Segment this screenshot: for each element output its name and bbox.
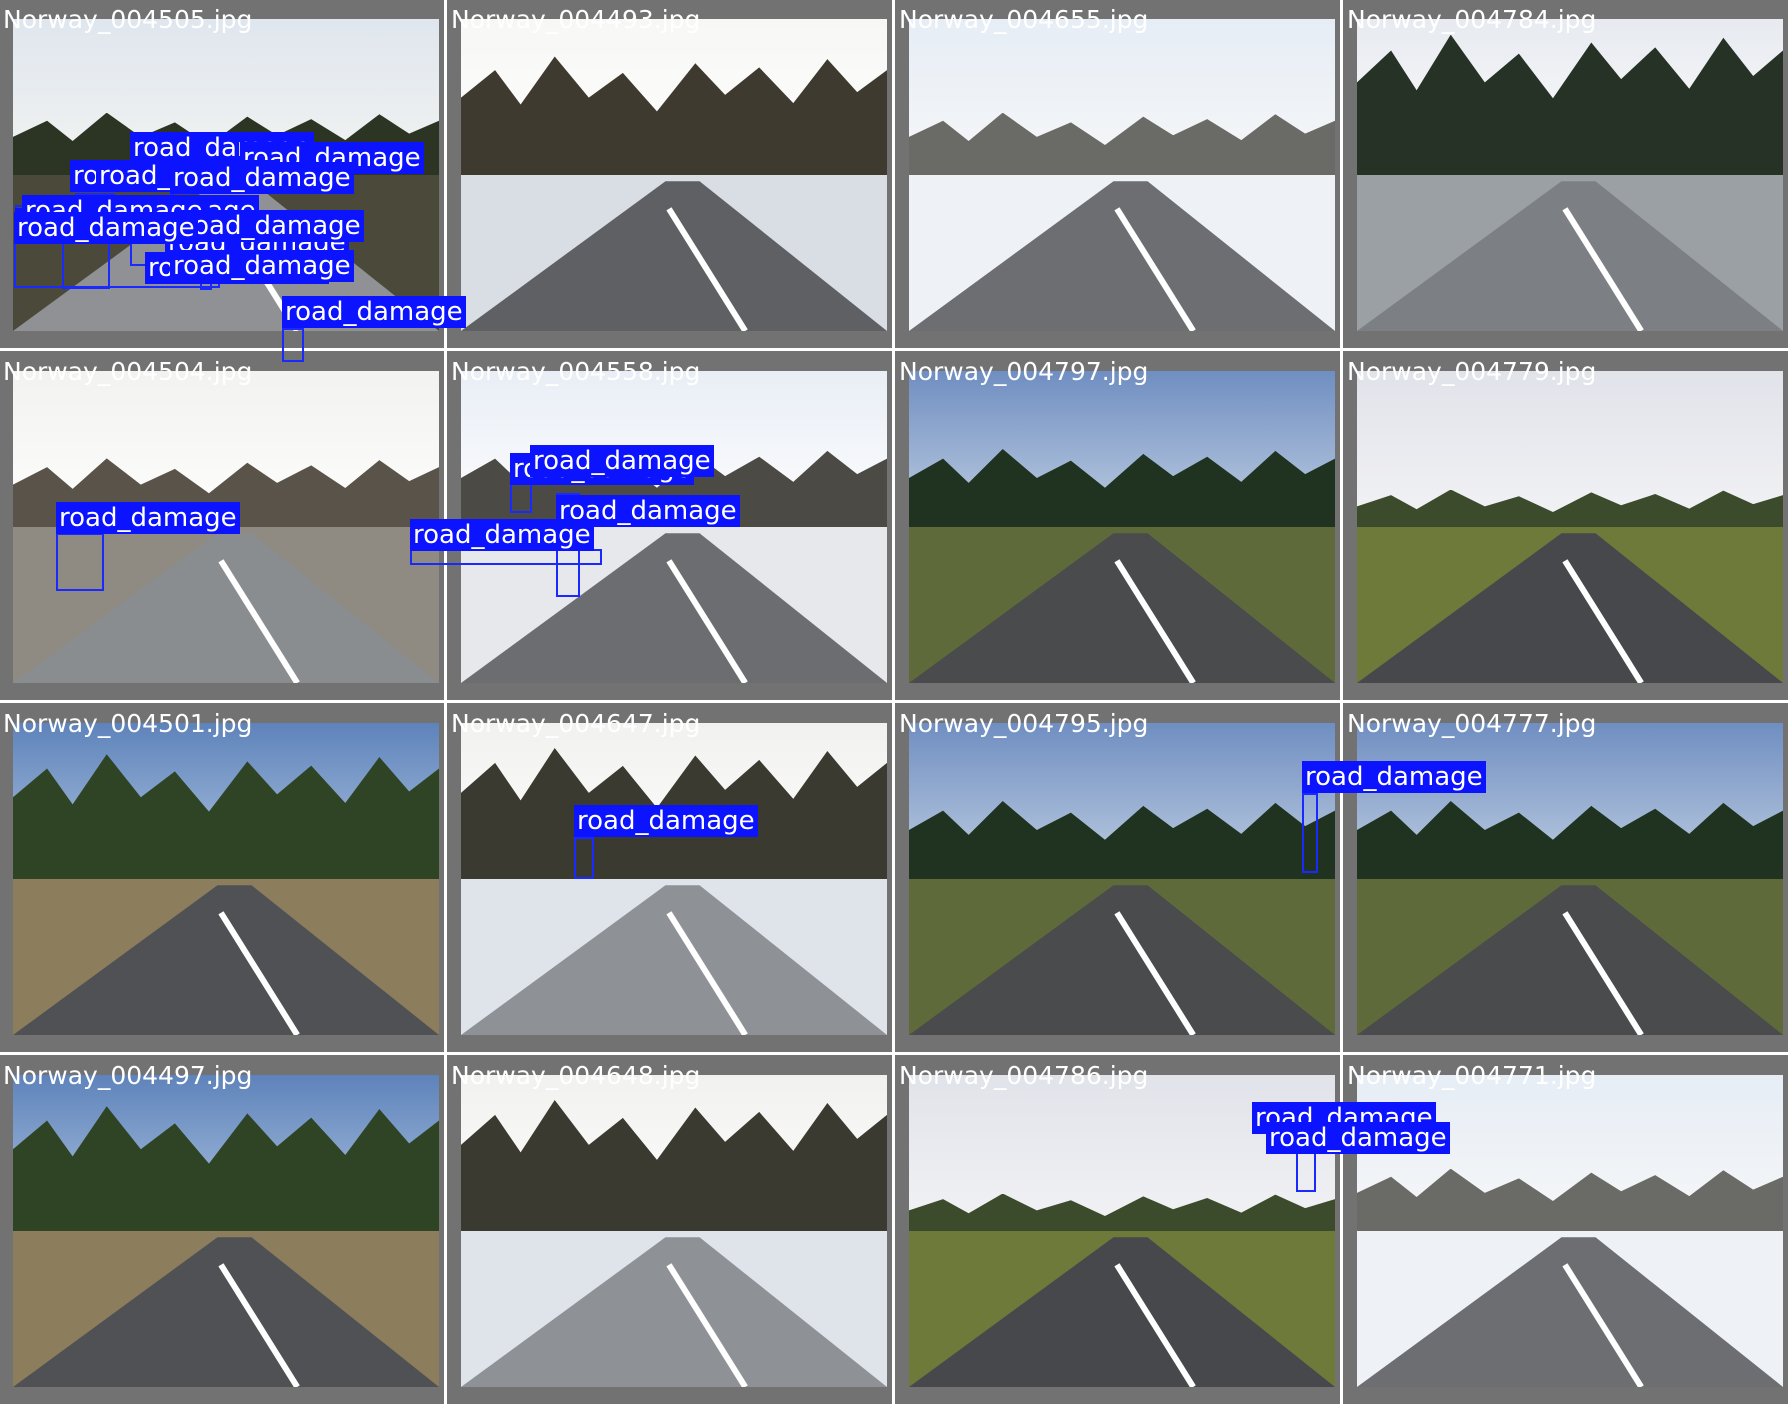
detection-label: road_damage	[574, 805, 758, 837]
filename-label: Norway_004795.jpg	[899, 709, 1149, 738]
detection-label: road_damage	[180, 210, 364, 242]
image-tile[interactable]: Norway_004647.jpg	[447, 703, 892, 1052]
detection-label: road_damage	[14, 212, 198, 244]
road-photo	[909, 723, 1335, 1035]
filename-label: Norway_004501.jpg	[3, 709, 253, 738]
road-photo	[461, 19, 887, 331]
road-photo	[909, 19, 1335, 331]
detection-label: road_damage	[530, 445, 714, 477]
image-tile[interactable]: Norway_004797.jpg	[895, 351, 1340, 700]
image-tile[interactable]: Norway_004655.jpg	[895, 0, 1340, 348]
filename-label: Norway_004777.jpg	[1347, 709, 1597, 738]
image-tile[interactable]: Norway_004795.jpg	[895, 703, 1340, 1052]
detection-label: road_damage	[282, 296, 466, 328]
road-photo	[1357, 19, 1783, 331]
detection-label: road_damage	[1266, 1122, 1450, 1154]
road-photo	[909, 371, 1335, 683]
detection-grid: Norway_004505.jpg road_damage road_damage r…	[0, 0, 1792, 1408]
filename-label: Norway_004493.jpg	[451, 5, 701, 34]
image-tile[interactable]: Norway_004648.jpg	[447, 1055, 892, 1404]
filename-label: Norway_004797.jpg	[899, 357, 1149, 386]
filename-label: Norway_004647.jpg	[451, 709, 701, 738]
detection-label: road_damage	[170, 250, 354, 282]
road-photo	[13, 1075, 439, 1387]
filename-label: Norway_004497.jpg	[3, 1061, 253, 1090]
filename-label: Norway_004558.jpg	[451, 357, 701, 386]
filename-label: Norway_004771.jpg	[1347, 1061, 1597, 1090]
image-tile[interactable]: Norway_004497.jpg	[0, 1055, 444, 1404]
image-tile[interactable]: Norway_004501.jpg	[0, 703, 444, 1052]
detection-label: road_damage	[1302, 761, 1486, 793]
road-photo	[13, 723, 439, 1035]
road-photo	[461, 1075, 887, 1387]
detection-label: road_damage	[410, 519, 594, 551]
detection-box	[1296, 1152, 1316, 1192]
filename-label: Norway_004786.jpg	[899, 1061, 1149, 1090]
detection-box	[574, 837, 594, 879]
image-tile[interactable]: Norway_004784.jpg	[1343, 0, 1788, 348]
filename-label: Norway_004648.jpg	[451, 1061, 701, 1090]
detection-box	[56, 533, 104, 591]
detection-label: road_damage	[170, 162, 354, 194]
detection-box	[1302, 793, 1318, 873]
detection-box	[410, 549, 602, 565]
detection-box	[282, 328, 304, 362]
road-photo	[1357, 371, 1783, 683]
filename-label: Norway_004779.jpg	[1347, 357, 1597, 386]
filename-label: Norway_004784.jpg	[1347, 5, 1597, 34]
image-tile[interactable]: Norway_004779.jpg	[1343, 351, 1788, 700]
filename-label: Norway_004655.jpg	[899, 5, 1149, 34]
road-photo	[461, 723, 887, 1035]
detection-label: road_damage	[56, 502, 240, 534]
filename-label: Norway_004504.jpg	[3, 357, 253, 386]
filename-label: Norway_004505.jpg	[3, 5, 253, 34]
image-tile[interactable]: Norway_004777.jpg	[1343, 703, 1788, 1052]
image-tile[interactable]: Norway_004493.jpg	[447, 0, 892, 348]
